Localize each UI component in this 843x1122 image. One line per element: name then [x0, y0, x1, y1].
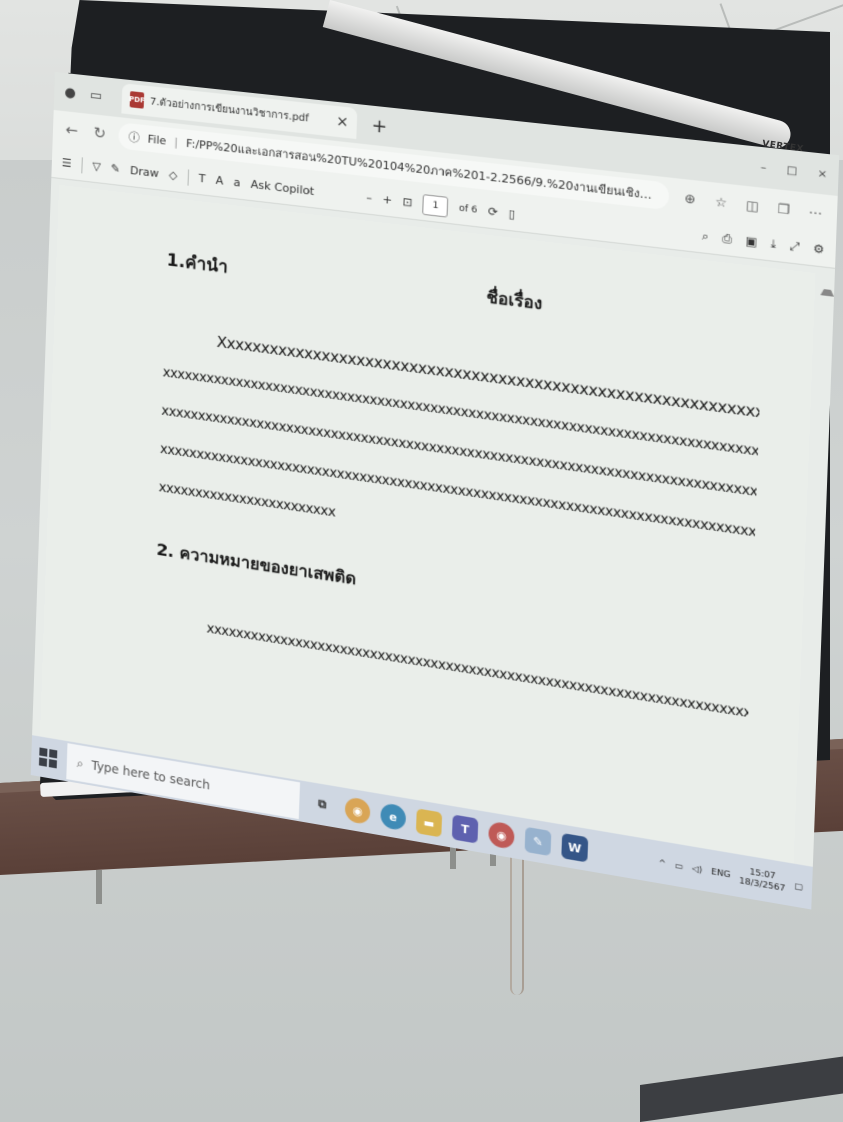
- print-icon[interactable]: ⎙: [722, 231, 732, 247]
- fullscreen-icon[interactable]: ⤢: [789, 238, 799, 254]
- edge-icon[interactable]: e: [380, 802, 407, 832]
- draw-icon[interactable]: ✎: [111, 162, 121, 176]
- split-screen-icon[interactable]: ◫: [742, 197, 763, 214]
- search-icon[interactable]: ⌕: [702, 228, 709, 244]
- fit-page-icon[interactable]: ⊡: [402, 195, 412, 210]
- text-box-icon[interactable]: T: [198, 172, 205, 186]
- translate-icon[interactable]: a: [233, 176, 240, 190]
- back-arrow-icon[interactable]: ←: [63, 120, 81, 140]
- browser-window: ● ▭ PDF 7.ตัวอย่างการเขียนงานวิชาการ.pdf…: [30, 72, 840, 910]
- eraser-icon[interactable]: ◇: [169, 168, 178, 182]
- close-window-button[interactable]: ×: [817, 167, 827, 180]
- zoom-icon[interactable]: ⊕: [680, 190, 700, 207]
- network-icon[interactable]: ▭: [675, 860, 684, 871]
- ask-copilot-button[interactable]: Ask Copilot: [250, 178, 314, 199]
- new-tab-button[interactable]: +: [371, 114, 388, 137]
- more-icon[interactable]: ⋯: [805, 204, 826, 221]
- chrome-icon[interactable]: ◉: [344, 796, 371, 826]
- page-view-icon[interactable]: ▯: [508, 207, 515, 221]
- maximize-button[interactable]: □: [786, 164, 797, 177]
- notification-icon[interactable]: ▢: [794, 880, 803, 891]
- rotate-icon[interactable]: ⟳: [488, 205, 498, 220]
- address-separator: |: [174, 134, 179, 149]
- save-as-icon[interactable]: ⤓: [770, 236, 776, 252]
- toolbar-divider: [81, 156, 83, 173]
- window-controls: – □ ×: [760, 161, 838, 181]
- chrome-icon[interactable]: ◉: [488, 820, 515, 850]
- address-scheme: File: [147, 131, 167, 148]
- rail-bracket: [96, 870, 102, 904]
- workspaces-icon[interactable]: ▭: [86, 84, 107, 106]
- clock[interactable]: 15:07 18/3/2567: [739, 865, 786, 894]
- page-count: of 6: [458, 202, 478, 216]
- collections-icon[interactable]: ❐: [773, 201, 794, 218]
- zoom-in-button[interactable]: +: [382, 193, 392, 207]
- save-icon[interactable]: ▣: [745, 233, 757, 249]
- section-1-heading: 1.คำนำ: [166, 250, 229, 278]
- teams-icon[interactable]: T: [451, 814, 479, 844]
- profile-icon[interactable]: ●: [60, 82, 80, 104]
- word-icon[interactable]: W: [561, 832, 589, 863]
- task-view-icon[interactable]: ⧉: [309, 790, 335, 819]
- settings-gear-icon[interactable]: ⚙: [813, 241, 825, 257]
- contents-icon[interactable]: ☰: [62, 156, 72, 170]
- draw-button[interactable]: Draw: [130, 164, 159, 180]
- notes-icon[interactable]: ✎: [524, 826, 552, 857]
- file-explorer-icon[interactable]: ▬: [415, 808, 443, 838]
- document-title: ชื่อเรื่อง: [486, 286, 543, 314]
- highlight-icon[interactable]: ▽: [92, 160, 101, 174]
- language-indicator[interactable]: ENG: [711, 866, 731, 879]
- tray-chevron-icon[interactable]: ^: [658, 857, 666, 868]
- read-aloud-icon[interactable]: A: [215, 174, 223, 188]
- favorite-star-icon[interactable]: ☆: [711, 194, 732, 211]
- refresh-icon[interactable]: ↻: [90, 123, 109, 143]
- windows-start-icon[interactable]: [38, 747, 58, 769]
- pdf-toolbar-right: ⌕ ⎙ ▣ ⤓ ⤢ ⚙: [702, 228, 825, 257]
- toolbar-divider: [187, 168, 189, 186]
- info-icon[interactable]: ⓘ: [128, 128, 140, 145]
- tab-close-button[interactable]: ×: [336, 113, 349, 131]
- page-number-input[interactable]: 1: [422, 193, 449, 218]
- zoom-out-button[interactable]: –: [366, 191, 372, 205]
- pdf-file-icon: PDF: [129, 91, 145, 109]
- minimize-button[interactable]: –: [760, 161, 766, 173]
- taskbar-search-placeholder: Type here to search: [91, 758, 211, 793]
- heading-row: 1.คำนำ ชื่อเรื่อง: [166, 246, 543, 320]
- search-icon: ⌕: [76, 755, 84, 771]
- volume-icon[interactable]: ◁): [692, 863, 703, 874]
